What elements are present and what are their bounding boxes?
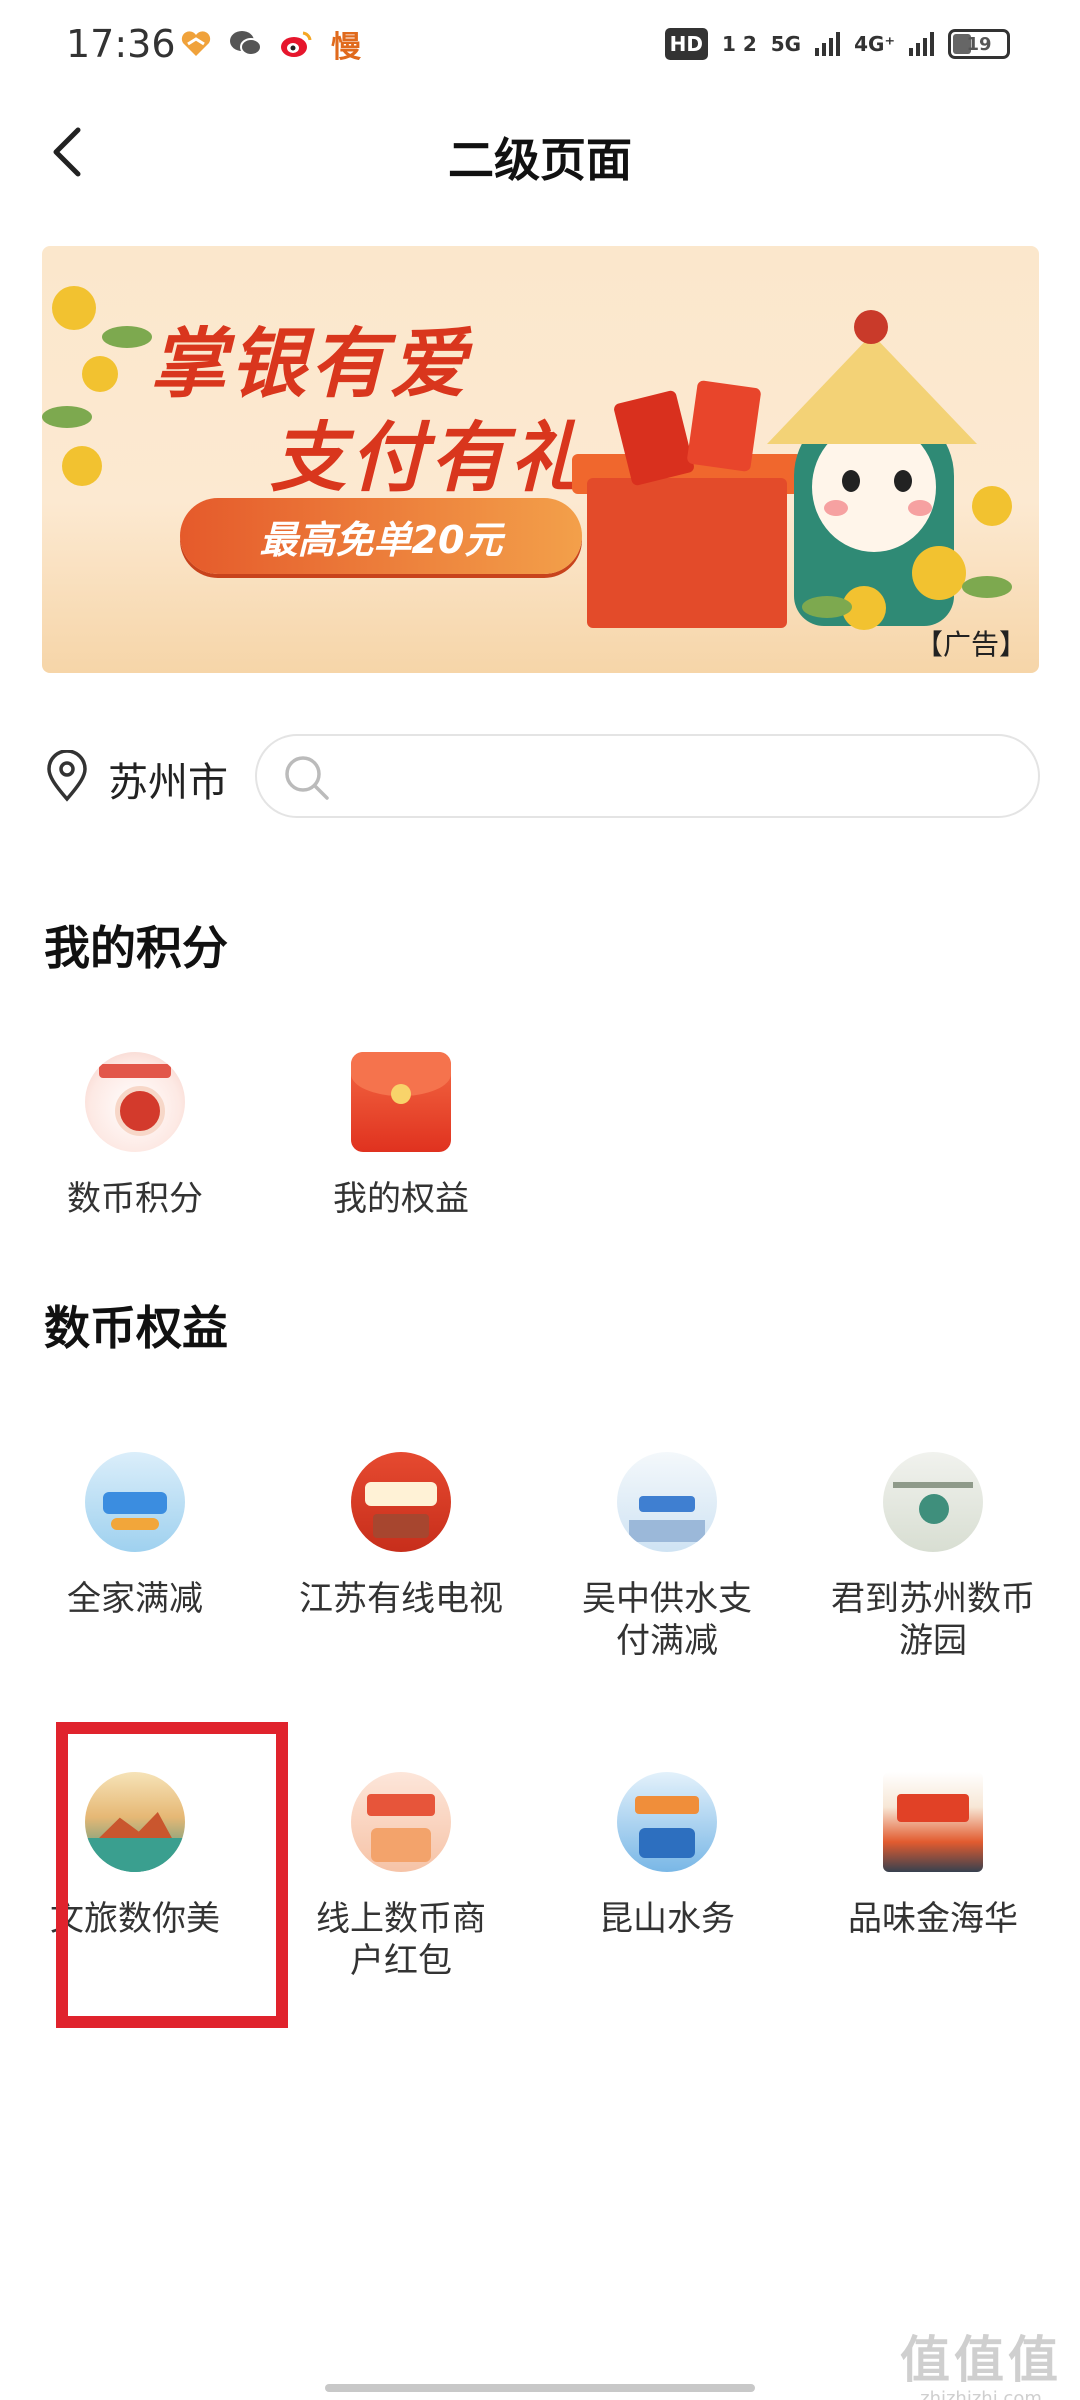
kunshan-water-icon xyxy=(617,1772,717,1872)
heart-app-icon xyxy=(178,26,214,62)
jiangsu-cable-tv-icon xyxy=(351,1452,451,1552)
grid-item-label: 我的权益 xyxy=(333,1179,469,1219)
location-pin-icon[interactable] xyxy=(44,749,90,802)
section-title-points: 我的积分 xyxy=(44,921,228,975)
jinhaihua-food-icon xyxy=(883,1772,983,1872)
network-4g-label: 4G⁺ xyxy=(854,32,895,56)
watermark-url: zhizhizhi.com xyxy=(920,2388,1042,2400)
search-box[interactable] xyxy=(255,734,1040,818)
nav-bar: 二级页面 xyxy=(0,100,1080,210)
search-input[interactable] xyxy=(347,746,1008,806)
banner-offer-pill: 最高免单20元 xyxy=(180,498,582,574)
home-indicator[interactable] xyxy=(325,2384,755,2392)
grid-item-jinhaihua[interactable]: 品味金海华 xyxy=(798,1772,1068,1940)
suzhou-park-icon xyxy=(883,1452,983,1552)
grid-item-shubi-points[interactable]: 数币积分 xyxy=(0,1052,270,1220)
grid-item-online-merchant[interactable]: 线上数币商户红包 xyxy=(266,1772,536,1982)
grid-item-wuzhong-water[interactable]: 吴中供水支付满减 xyxy=(532,1452,802,1662)
page-title: 二级页面 xyxy=(448,133,632,187)
grid-item-label: 全家满减 xyxy=(67,1579,203,1619)
hd-icon: HD xyxy=(664,28,708,60)
watermark: 值值值 zhizhizhi.com xyxy=(900,2320,1062,2400)
weibo-icon xyxy=(278,26,314,62)
grid-item-familymart[interactable]: 全家满减 xyxy=(0,1452,270,1620)
location-search-row: 苏州市 xyxy=(0,730,1080,822)
grid-item-label: 品味金海华 xyxy=(848,1899,1018,1939)
network-5g-label: 5G xyxy=(770,32,802,56)
search-icon xyxy=(285,756,329,800)
wuzhong-water-icon xyxy=(617,1452,717,1552)
wechat-icon xyxy=(228,26,264,62)
signal-4g-icon xyxy=(909,32,934,56)
mascot-hat xyxy=(767,334,977,444)
sim-slot-label: 1 2 xyxy=(721,32,757,56)
grid-item-suzhou-park[interactable]: 君到苏州数币游园 xyxy=(798,1452,1068,1662)
status-system-icons: HD 1 2 5G 4G⁺ 19 xyxy=(664,28,1010,60)
battery-icon: 19 xyxy=(948,29,1010,59)
grid-item-label: 数币积分 xyxy=(67,1179,203,1219)
grid-item-label: 吴中供水支付满减 xyxy=(582,1579,752,1661)
online-merchant-redpacket-icon xyxy=(351,1772,451,1872)
banner-title-line2: 支付有礼 xyxy=(270,413,590,502)
status-time: 17:36 xyxy=(66,22,176,66)
grid-item-label: 线上数币商户红包 xyxy=(316,1899,486,1981)
promo-banner[interactable]: 掌银有爱 支付有礼 最高免单20元 【广告】 xyxy=(42,246,1039,673)
grid-item-label: 君到苏州数币游园 xyxy=(831,1579,1035,1661)
battery-level: 19 xyxy=(966,33,992,55)
red-envelope-graphic xyxy=(686,379,762,473)
section-title-benefits: 数币权益 xyxy=(44,1301,228,1355)
grid-item-label: 江苏有线电视 xyxy=(299,1579,503,1619)
highlight-frame xyxy=(56,1722,288,2028)
city-selector[interactable]: 苏州市 xyxy=(108,750,228,808)
gift-box xyxy=(587,478,787,628)
digital-rmb-points-icon xyxy=(85,1052,185,1152)
grid-item-my-benefits[interactable]: 我的权益 xyxy=(266,1052,536,1220)
status-bar: 17:36 慢 HD 1 2 5G 4G⁺ 19 xyxy=(0,0,1080,100)
status-notification-icons: 慢 xyxy=(178,26,364,65)
grid-item-label: 昆山水务 xyxy=(599,1899,735,1939)
grid-item-jiangsu-cable-tv[interactable]: 江苏有线电视 xyxy=(266,1452,536,1620)
ad-label: 【广告】 xyxy=(914,628,1027,661)
watermark-logo: 值值值 xyxy=(900,2331,1062,2389)
grid-item-kunshan-water[interactable]: 昆山水务 xyxy=(532,1772,802,1940)
familymart-discount-icon xyxy=(85,1452,185,1552)
status-text-icon: 慢 xyxy=(331,30,361,65)
signal-5g-icon xyxy=(815,32,841,56)
red-envelope-icon xyxy=(351,1052,451,1152)
